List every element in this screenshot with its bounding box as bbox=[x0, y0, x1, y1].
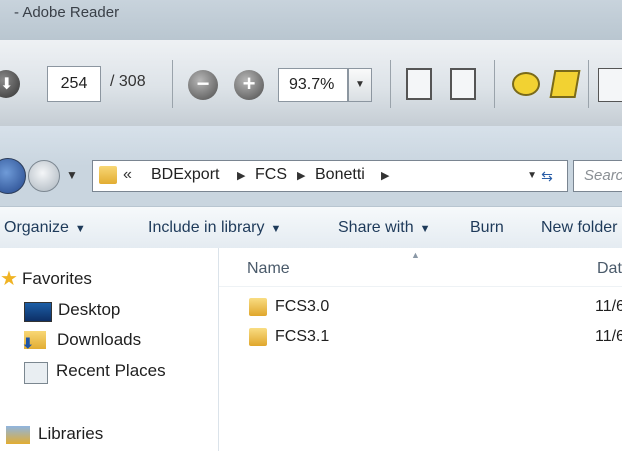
zoom-level-input[interactable]: 93.7% bbox=[278, 68, 348, 102]
toolbar-separator bbox=[172, 60, 173, 108]
file-name: FCS3.1 bbox=[275, 328, 330, 345]
search-input[interactable]: Search bbox=[573, 160, 622, 192]
zoom-dropdown-button[interactable]: ▼ bbox=[348, 68, 372, 102]
breadcrumb-bdexport[interactable]: BDExport bbox=[151, 166, 219, 184]
refresh-icon[interactable]: ⇆ bbox=[530, 162, 564, 190]
file-list: ▲ Name Date FCS3.0 11/6 FCS3.1 11/6 bbox=[219, 248, 622, 451]
chevron-down-icon: ▼ bbox=[419, 223, 431, 235]
chevron-down-icon: ▼ bbox=[270, 223, 282, 235]
breadcrumb-bonetti[interactable]: Bonetti bbox=[315, 166, 365, 184]
breadcrumb-arrow-icon[interactable]: ▶ bbox=[237, 169, 245, 182]
back-button[interactable] bbox=[0, 158, 26, 194]
folder-icon bbox=[249, 298, 267, 316]
nav-item-favorites[interactable]: Favorites bbox=[22, 269, 92, 289]
column-header-name[interactable]: Name bbox=[247, 260, 290, 278]
chevron-down-icon: ▼ bbox=[74, 223, 86, 235]
reader-window-title: - Adobe Reader bbox=[14, 4, 120, 21]
desktop-icon bbox=[24, 302, 52, 322]
burn-button[interactable]: Burn bbox=[470, 219, 504, 237]
sort-ascending-icon: ▲ bbox=[411, 250, 420, 260]
highlight-icon[interactable] bbox=[549, 70, 581, 98]
nav-item-desktop[interactable]: Desktop bbox=[58, 300, 120, 320]
file-name: FCS3.0 bbox=[275, 298, 330, 315]
nav-item-recent-places[interactable]: Recent Places bbox=[56, 361, 166, 381]
toolbar-separator bbox=[390, 60, 391, 108]
include-in-library-label: Include in library bbox=[148, 219, 265, 236]
column-header-date[interactable]: Date bbox=[597, 260, 622, 278]
new-folder-button[interactable]: New folder bbox=[541, 219, 617, 237]
nav-item-downloads[interactable]: Downloads bbox=[57, 330, 141, 350]
explorer-window: ▼ « BDExport ▶ FCS ▶ Bonetti ▶ ▼ ⇆ Searc… bbox=[0, 126, 622, 451]
breadcrumb-arrow-icon[interactable]: ▶ bbox=[381, 169, 389, 182]
column-divider bbox=[219, 286, 622, 287]
zoom-in-icon[interactable]: + bbox=[234, 70, 264, 100]
fit-page-icon[interactable] bbox=[450, 68, 476, 100]
organize-button[interactable]: Organize ▼ bbox=[4, 219, 86, 237]
recent-pages-dropdown[interactable]: ▼ bbox=[66, 168, 78, 182]
downloads-icon bbox=[22, 331, 46, 352]
address-bar[interactable]: « BDExport ▶ FCS ▶ Bonetti ▶ ▼ bbox=[92, 160, 568, 192]
folder-icon bbox=[99, 166, 117, 184]
command-bar: Organize ▼ Include in library ▼ Share with… bbox=[0, 206, 622, 250]
organize-label: Organize bbox=[4, 219, 69, 236]
star-icon: ★ bbox=[0, 268, 18, 290]
recent-places-icon bbox=[24, 362, 48, 384]
forward-button[interactable] bbox=[28, 160, 60, 192]
share-with-label: Share with bbox=[338, 219, 414, 236]
include-in-library-button[interactable]: Include in library ▼ bbox=[148, 219, 281, 237]
zoom-out-icon[interactable]: − bbox=[188, 70, 218, 100]
toolbar-separator bbox=[494, 60, 495, 108]
nav-item-libraries[interactable]: Libraries bbox=[38, 424, 103, 444]
download-icon[interactable] bbox=[0, 70, 20, 98]
comment-icon[interactable] bbox=[512, 72, 540, 96]
file-date: 11/6 bbox=[595, 328, 622, 345]
breadcrumb-fcs[interactable]: FCS bbox=[255, 166, 287, 184]
libraries-icon bbox=[6, 426, 30, 444]
breadcrumb-overflow[interactable]: « bbox=[123, 166, 132, 184]
breadcrumb-arrow-icon[interactable]: ▶ bbox=[297, 169, 305, 182]
folder-icon bbox=[249, 328, 267, 346]
toolbar-separator bbox=[588, 60, 589, 108]
reader-toolbar: 254 / 308 − + 93.7% ▼ bbox=[0, 40, 622, 127]
page-total-label: / 308 bbox=[110, 73, 146, 90]
reader-title-bar: - Adobe Reader bbox=[0, 0, 622, 40]
fit-width-icon[interactable] bbox=[406, 68, 432, 100]
page-number-input[interactable]: 254 bbox=[47, 66, 101, 102]
file-date: 11/6 bbox=[595, 298, 622, 315]
tool-icon[interactable] bbox=[598, 68, 622, 102]
share-with-button[interactable]: Share with ▼ bbox=[338, 219, 430, 237]
